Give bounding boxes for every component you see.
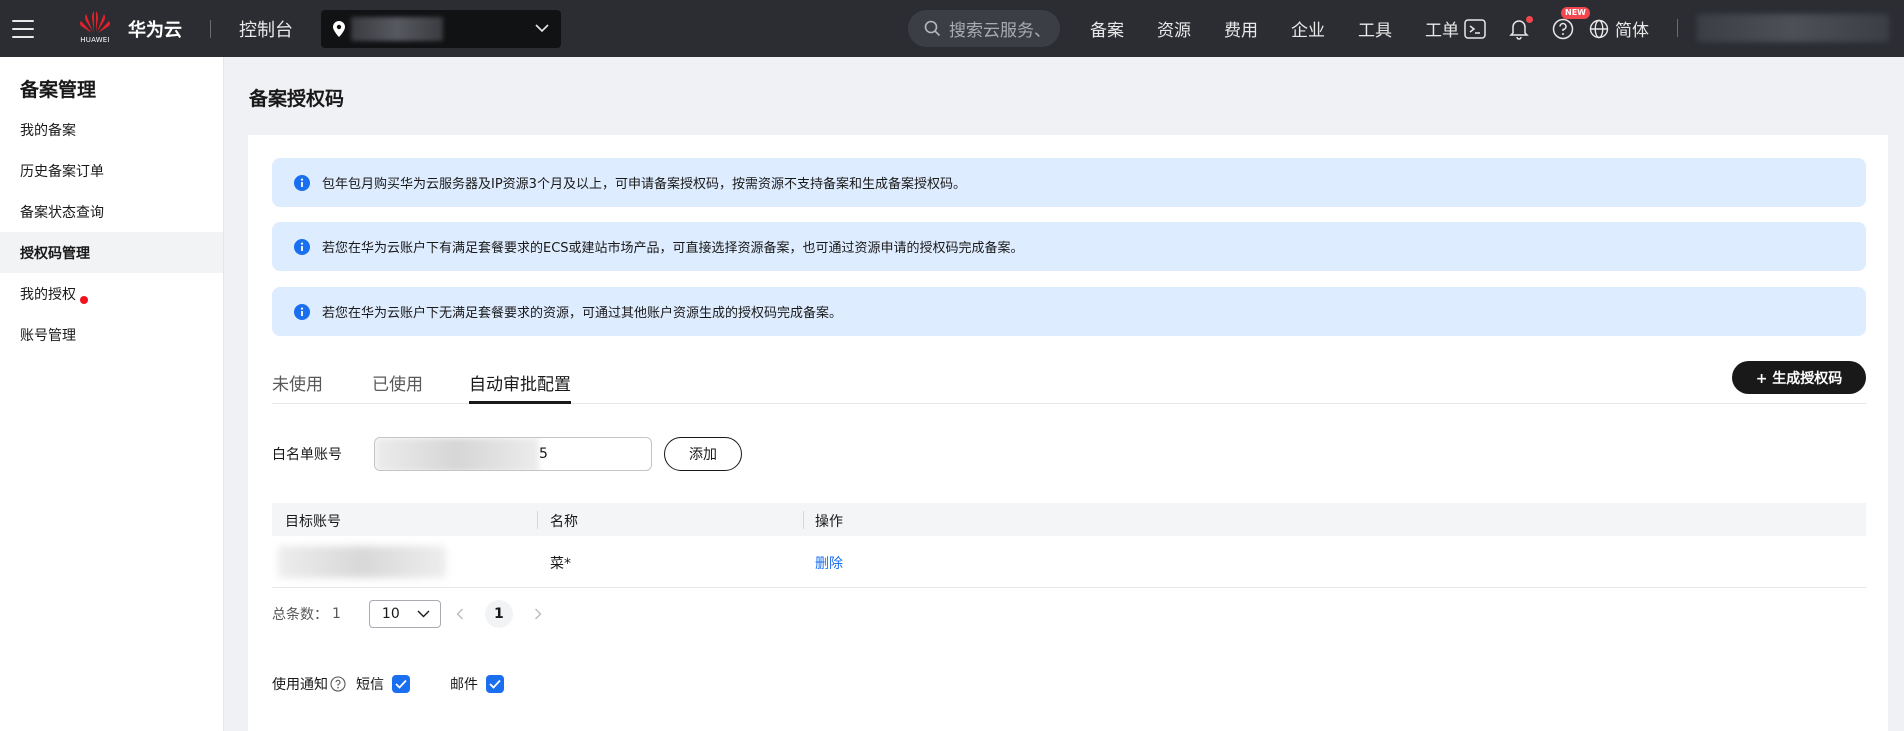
sidebar-item-status-query[interactable]: 备案状态查询: [0, 191, 223, 232]
page-number-current[interactable]: 1: [484, 600, 513, 628]
notice-banner: 若您在华为云账户下无满足套餐要求的资源，可通过其他账户资源生成的授权码完成备案。: [272, 287, 1866, 336]
nav-enterprise[interactable]: 企业: [1291, 16, 1325, 41]
sidebar-item-label: 授权码管理: [20, 245, 90, 262]
page-title: 备案授权码: [249, 88, 345, 110]
chevron-down-icon: [535, 24, 549, 33]
email-label: 邮件: [450, 677, 478, 693]
nav-tools[interactable]: 工具: [1358, 16, 1392, 41]
notice-banner: 若您在华为云账户下有满足套餐要求的ECS或建站市场产品，可直接选择资源备案，也可…: [272, 222, 1866, 271]
sms-checkbox[interactable]: [392, 675, 410, 693]
tab-unused[interactable]: 未使用: [272, 370, 323, 404]
target-account-redacted: [278, 546, 446, 578]
sidebar-item-label: 备案状态查询: [20, 204, 104, 221]
top-nav: 备案 资源 费用 企业 工具 工单: [1090, 0, 1492, 57]
total-count: 1: [332, 606, 341, 622]
cloud-shell-icon[interactable]: [1463, 17, 1487, 41]
delete-link[interactable]: 删除: [815, 553, 843, 573]
column-header-action: 操作: [815, 514, 843, 530]
search-icon: [924, 20, 941, 37]
sidebar-item-label: 我的授权: [20, 286, 76, 303]
column-header-name: 名称: [550, 514, 578, 530]
region-name-redacted: [351, 16, 443, 41]
sidebar-item-auth-code-management[interactable]: 授权码管理: [0, 232, 223, 273]
whitelist-value-redacted: [375, 438, 539, 470]
nav-billing[interactable]: 费用: [1224, 16, 1258, 41]
huawei-logo[interactable]: HUAWEI: [76, 10, 114, 48]
table-header: 目标账号 名称 操作: [272, 503, 1866, 536]
search-input[interactable]: 搜索云服务、: [908, 10, 1060, 47]
row-name: 菜*: [550, 556, 571, 572]
generate-auth-code-button[interactable]: + 生成授权码: [1732, 361, 1866, 394]
language-switcher[interactable]: 简体: [1589, 16, 1649, 41]
location-pin-icon: [333, 20, 345, 37]
sidebar-title: 备案管理: [20, 79, 97, 101]
table-row: 菜* 删除: [272, 536, 1866, 588]
notice-text: 若您在华为云账户下有满足套餐要求的ECS或建站市场产品，可直接选择资源备案，也可…: [322, 241, 1024, 256]
checkmark-icon: [395, 679, 407, 689]
notification-bell-icon[interactable]: [1507, 15, 1533, 41]
column-divider: [537, 511, 538, 529]
nav-beian[interactable]: 备案: [1090, 16, 1124, 41]
region-selector[interactable]: [321, 9, 561, 48]
search-placeholder: 搜索云服务、: [949, 21, 1051, 41]
tab-used[interactable]: 已使用: [372, 370, 423, 404]
whitelist-label: 白名单账号: [272, 447, 342, 463]
whitelist-account-input[interactable]: 5: [374, 437, 652, 471]
info-icon: [294, 238, 310, 255]
checkmark-icon: [489, 679, 501, 689]
tab-auto-approval-config[interactable]: 自动审批配置: [469, 370, 571, 404]
huawei-flower-icon: [80, 10, 110, 33]
pagination: 总条数： 1 10 1: [272, 600, 547, 628]
page-size-select[interactable]: 10: [368, 600, 441, 628]
account-name-redacted[interactable]: [1697, 14, 1889, 42]
notification-dot: [1526, 15, 1533, 23]
sidebar-item-my-beian[interactable]: 我的备案: [0, 109, 223, 150]
sidebar-item-label: 账号管理: [20, 327, 76, 344]
sidebar-notification-dot: [80, 296, 88, 304]
hamburger-menu-icon[interactable]: [12, 19, 34, 38]
console-link[interactable]: 控制台: [239, 16, 293, 42]
sidebar-item-account-management[interactable]: 账号管理: [0, 314, 223, 355]
total-label: 总条数：: [272, 607, 328, 623]
notice-banner: 包年包月购买华为云服务器及IP资源3个月及以上，可申请备案授权码，按需资源不支持…: [272, 158, 1866, 207]
whitelist-value-suffix: 5: [539, 446, 548, 462]
notify-label: 使用通知: [272, 677, 328, 693]
email-checkbox[interactable]: [486, 675, 504, 693]
info-icon: [294, 303, 310, 320]
sidebar-item-my-authorization[interactable]: 我的授权: [0, 273, 223, 314]
column-divider: [803, 511, 804, 529]
new-badge: NEW: [1561, 6, 1590, 19]
logo-text: HUAWEI: [80, 35, 110, 44]
language-label: 简体: [1615, 21, 1649, 41]
next-page-icon[interactable]: [529, 605, 547, 623]
prev-page-icon[interactable]: [451, 605, 469, 623]
chevron-down-icon: [417, 610, 430, 618]
sms-label: 短信: [356, 677, 384, 693]
sidebar: 备案管理 我的备案 历史备案订单 备案状态查询 授权码管理 我的授权 账号管理: [0, 57, 224, 731]
top-bar: HUAWEI 华为云 控制台 搜索云服务、 备案 资源 费用 企业 工具 工单 …: [0, 0, 1904, 57]
page-size-value: 10: [381, 606, 400, 622]
notice-text: 若您在华为云账户下无满足套餐要求的资源，可通过其他账户资源生成的授权码完成备案。: [322, 306, 843, 321]
tab-bar: 未使用 已使用 自动审批配置: [272, 356, 1866, 404]
usage-notification-settings: 使用通知 短信 邮件: [272, 672, 504, 696]
globe-icon: [1589, 19, 1609, 38]
divider: [1677, 19, 1678, 37]
notice-text: 包年包月购买华为云服务器及IP资源3个月及以上，可申请备案授权码，按需资源不支持…: [322, 177, 966, 192]
tool-icons: NEW 简体: [1463, 0, 1649, 57]
sidebar-item-label: 我的备案: [20, 122, 76, 139]
nav-tickets[interactable]: 工单: [1425, 16, 1459, 41]
column-header-target-account: 目标账号: [285, 514, 341, 530]
help-circle-icon[interactable]: [330, 676, 346, 692]
info-icon: [294, 174, 310, 191]
whitelist-table: 目标账号 名称 操作 菜* 删除: [272, 503, 1866, 588]
nav-resources[interactable]: 资源: [1157, 16, 1191, 41]
sidebar-item-label: 历史备案订单: [20, 163, 104, 180]
sidebar-item-history-orders[interactable]: 历史备案订单: [0, 150, 223, 191]
divider: [210, 19, 211, 38]
add-button[interactable]: 添加: [664, 437, 742, 471]
brand-name[interactable]: 华为云: [128, 16, 182, 42]
help-icon[interactable]: NEW: [1551, 6, 1590, 41]
